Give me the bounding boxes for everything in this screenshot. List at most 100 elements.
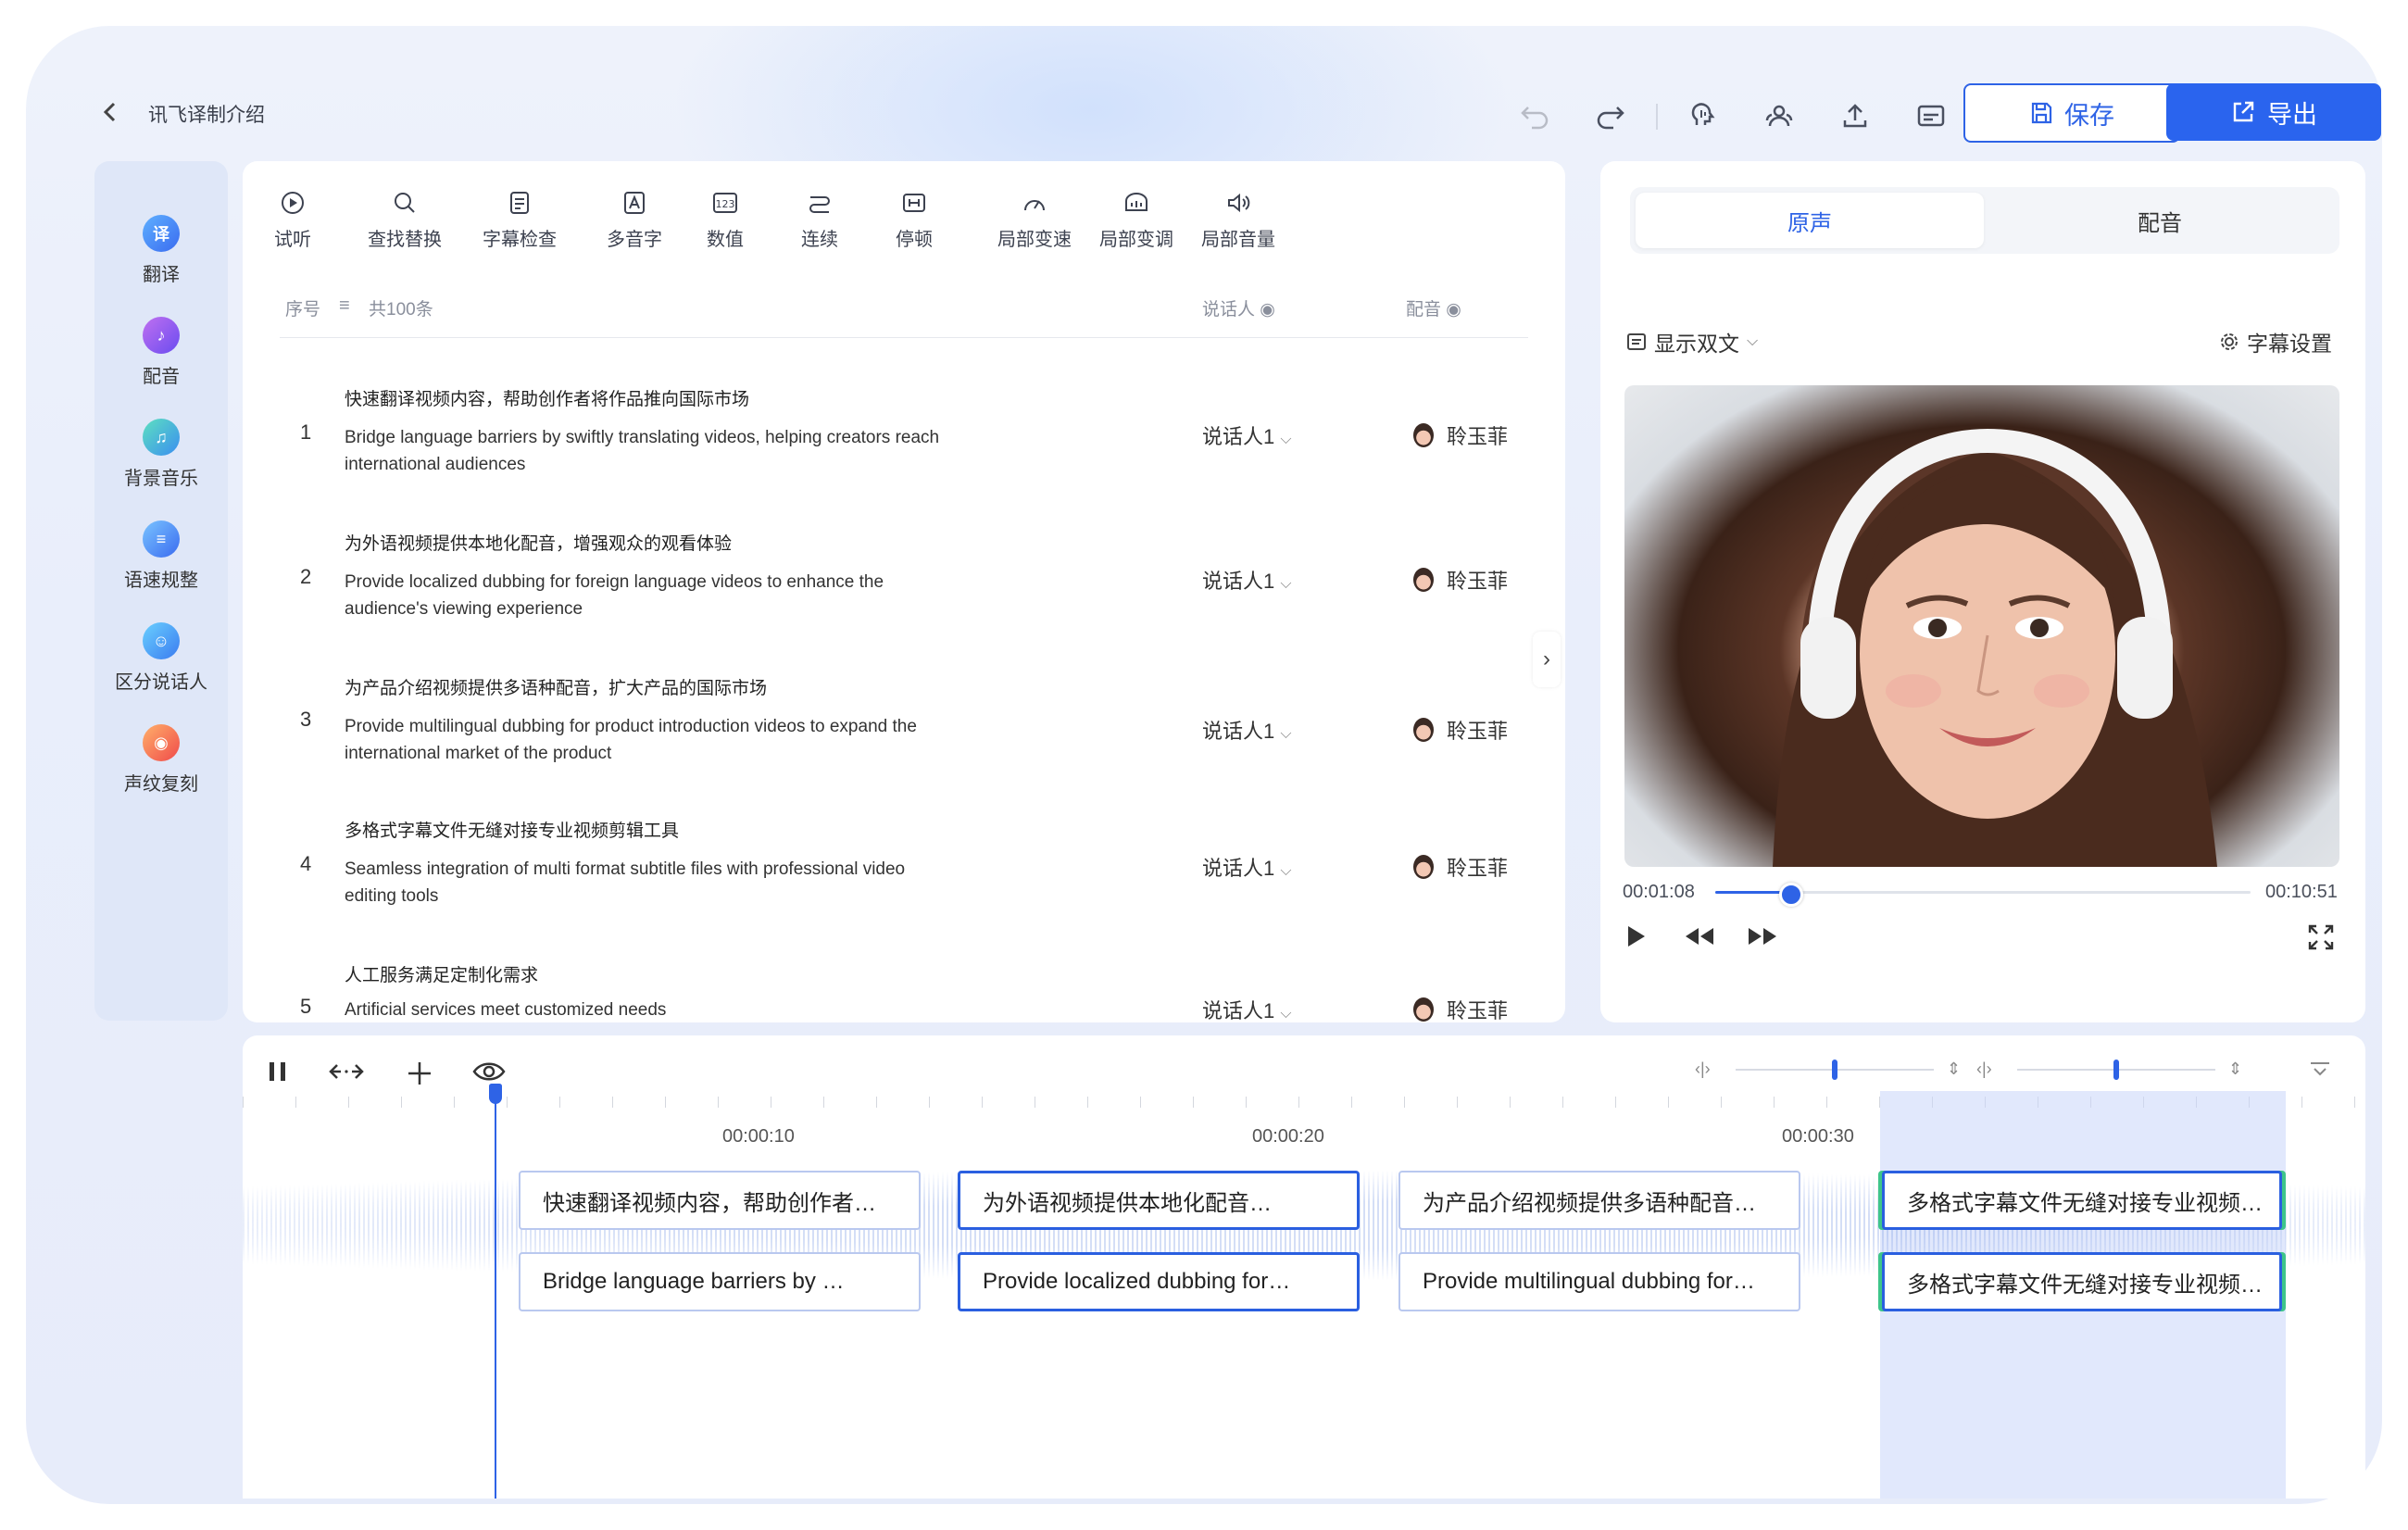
speaker-select[interactable]: 说话人1 ⌵ [1202, 995, 1292, 1022]
undo-button[interactable] [1513, 94, 1556, 137]
sidebar-item-voiceprint[interactable]: ◉ 声纹复刻 [94, 724, 228, 796]
row-zh[interactable]: 为外语视频提供本地化配音，增强观众的观看体验 [345, 530, 732, 555]
back-button[interactable] [100, 98, 120, 134]
row-en[interactable]: Bridge language barriers by swiftly tran… [345, 424, 956, 478]
project-title: 讯飞译制介绍 [148, 105, 265, 126]
preview-panel: 原声 配音 显示双文 ⌵ 字幕设置 00:01:08 00:10:51 [1600, 161, 2365, 1022]
fullscreen-button[interactable] [2306, 922, 2336, 957]
sort-icon[interactable]: ≡ [339, 295, 350, 317]
row-count: 共100条 [369, 300, 433, 320]
sidebar-item-translate[interactable]: 译 翻译 [94, 215, 228, 286]
rewind-button[interactable] [1684, 926, 1715, 951]
translate-icon: 译 [143, 215, 180, 252]
row-zh[interactable]: 多格式字幕文件无缝对接专业视频剪辑工具 [345, 817, 679, 842]
subtitle-icon [1917, 105, 1945, 127]
eye-icon[interactable]: ◉ [1446, 300, 1461, 320]
fit-width-button[interactable] [328, 1060, 365, 1090]
subtitle-editor: 试听 查找替换 字幕检查 多音字 123 数值 连续 停顿 局部变速 局部变调 … [243, 161, 1565, 1022]
upload-button[interactable] [1834, 94, 1876, 137]
sidebar-item-speed[interactable]: ≡ 语速规整 [94, 520, 228, 592]
video-player[interactable] [1624, 385, 2339, 867]
dubbing-icon: ♪ [143, 317, 180, 354]
playhead[interactable] [489, 1084, 502, 1499]
tool-number[interactable]: 123 数值 [702, 187, 748, 251]
subtitle-button[interactable] [1910, 94, 1952, 137]
volume-icon [1228, 193, 1250, 213]
subtitle-clip-en[interactable]: Provide localized dubbing for… [958, 1252, 1360, 1311]
sidebar-item-speakers[interactable]: ☺ 区分说话人 [94, 622, 228, 694]
tool-local-volume[interactable]: 局部音量 [1197, 187, 1280, 251]
tool-polyphone[interactable]: 多音字 [602, 187, 667, 251]
subtitle-clip-zh[interactable]: 为产品介绍视频提供多语种配音… [1398, 1171, 1800, 1230]
subtitle-clip-zh[interactable]: 快速翻译视频内容，帮助创作者… [519, 1171, 921, 1230]
chevron-left-icon [103, 102, 116, 122]
voice-select[interactable]: 聆玉菲 [1413, 995, 1508, 1022]
save-button[interactable]: 保存 [1963, 83, 2180, 143]
bilingual-toggle[interactable]: 显示双文 ⌵ [1626, 326, 1758, 357]
tab-dub[interactable]: 配音 [1986, 193, 2334, 248]
progress-track[interactable] [1715, 883, 2251, 907]
export-icon [2233, 101, 2254, 122]
users-icon [1765, 105, 1793, 127]
speaker-select[interactable]: 说话人1 ⌵ [1202, 715, 1292, 745]
export-button[interactable]: 导出 [2166, 83, 2381, 141]
progress-fill [1715, 891, 1788, 894]
eye-icon[interactable]: ◉ [1260, 300, 1275, 320]
speaker-select[interactable]: 说话人1 ⌵ [1202, 852, 1292, 882]
collapse-panel-button[interactable]: › [1533, 632, 1561, 687]
gear-icon [2221, 333, 2238, 350]
redo-button[interactable] [1589, 94, 1632, 137]
voice-select[interactable]: 聆玉菲 [1413, 565, 1508, 595]
tab-original[interactable]: 原声 [1636, 193, 1984, 248]
tool-continuous[interactable]: 连续 [796, 187, 843, 251]
row-en[interactable]: Artificial services meet customized need… [345, 997, 956, 1022]
sidebar-item-bgm[interactable]: ♫ 背景音乐 [94, 419, 228, 490]
row-zh[interactable]: 快速翻译视频内容，帮助创作者将作品推向国际市场 [345, 385, 749, 410]
row-en[interactable]: Provide localized dubbing for foreign la… [345, 569, 956, 622]
chevron-down-icon: ⌵ [1747, 333, 1759, 349]
users-button[interactable] [1758, 94, 1800, 137]
subtitle-clip-en[interactable]: Provide multilingual dubbing for… [1398, 1252, 1800, 1311]
collapse-timeline-button[interactable] [2308, 1058, 2332, 1085]
tool-label: 试听 [274, 230, 311, 250]
slider-handle[interactable] [2113, 1060, 2119, 1080]
rewind-icon [1686, 928, 1713, 945]
music-icon: ♫ [143, 419, 180, 456]
tool-local-pitch[interactable]: 局部变调 [1095, 187, 1178, 251]
forward-button[interactable] [1747, 926, 1778, 951]
row-zh[interactable]: 人工服务满足定制化需求 [345, 961, 538, 986]
row-en[interactable]: Provide multilingual dubbing for product… [345, 713, 956, 767]
tool-label: 停顿 [896, 230, 933, 250]
tool-find-replace[interactable]: 查找替换 [363, 187, 446, 251]
subtitle-clip-en[interactable]: 多格式字幕文件无缝对接专业视频… [1882, 1252, 2282, 1311]
add-button[interactable] [406, 1060, 433, 1094]
speaker-select[interactable]: 说话人1 ⌵ [1202, 420, 1292, 450]
sidebar-label: 区分说话人 [115, 672, 207, 693]
subtitle-settings-button[interactable]: 字幕设置 [2219, 326, 2332, 357]
horizontal-zoom-slider[interactable] [1736, 1060, 1934, 1080]
voice-select[interactable]: 聆玉菲 [1413, 715, 1508, 745]
tool-pause[interactable]: 停顿 [891, 187, 937, 251]
current-time: 00:01:08 [1623, 882, 1695, 902]
row-zh[interactable]: 为产品介绍视频提供多语种配音，扩大产品的国际市场 [345, 674, 767, 699]
speaker-select[interactable]: 说话人1 ⌵ [1202, 565, 1292, 595]
vertical-zoom-slider[interactable] [2017, 1060, 2215, 1080]
slider-handle[interactable] [1832, 1060, 1837, 1080]
row-en[interactable]: Seamless integration of multi format sub… [345, 856, 956, 909]
sidebar-label: 声纹复刻 [124, 774, 198, 795]
voice-select[interactable]: 聆玉菲 [1413, 420, 1508, 450]
tool-local-speed[interactable]: 局部变速 [993, 187, 1076, 251]
export-label: 导出 [2267, 100, 2317, 129]
subtitle-clip-zh[interactable]: 为外语视频提供本地化配音… [958, 1171, 1360, 1230]
voice-select[interactable]: 聆玉菲 [1413, 852, 1508, 882]
progress-handle[interactable] [1778, 883, 1803, 907]
tool-preview[interactable]: 试听 [267, 187, 319, 251]
pause-button[interactable] [267, 1060, 289, 1090]
subtitle-clip-zh[interactable]: 多格式字幕文件无缝对接专业视频… [1882, 1171, 2282, 1230]
play-button[interactable] [1624, 924, 1647, 953]
tool-subtitle-check[interactable]: 字幕检查 [478, 187, 561, 251]
chevron-down-icon: ⌵ [1280, 576, 1292, 592]
subtitle-clip-en[interactable]: Bridge language barriers by … [519, 1252, 921, 1311]
sidebar-item-dubbing[interactable]: ♪ 配音 [94, 317, 228, 388]
voice-head-button[interactable] [1682, 94, 1724, 137]
